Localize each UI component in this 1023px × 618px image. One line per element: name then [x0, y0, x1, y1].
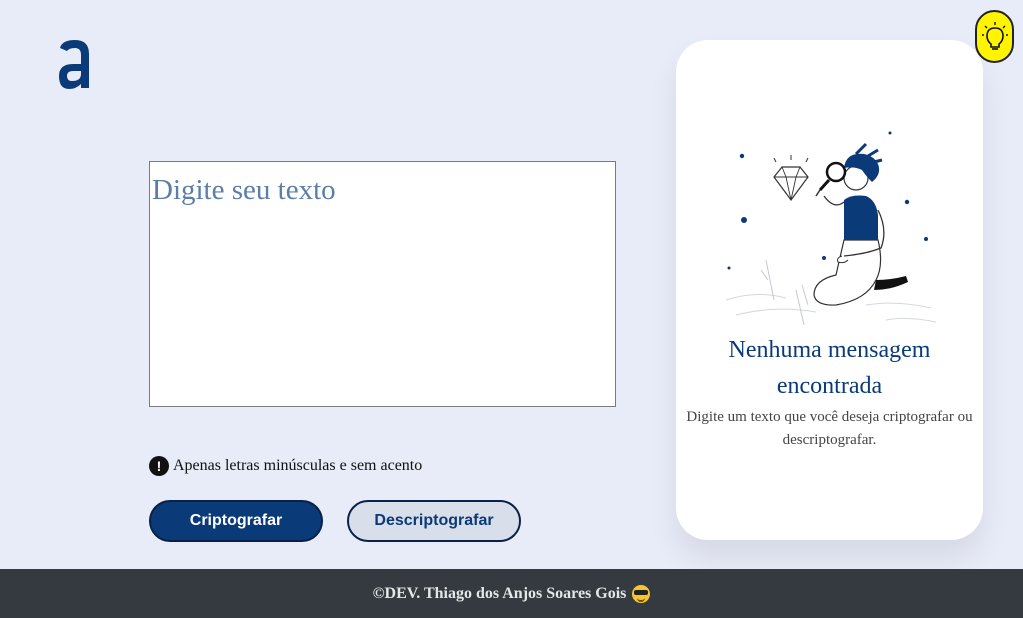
- input-hint: ! Apenas letras minúsculas e sem acento: [149, 456, 422, 476]
- theme-toggle-button[interactable]: [975, 10, 1014, 63]
- message-input[interactable]: [149, 161, 616, 407]
- output-card: Nenhuma mensagem encontrada Digite um te…: [676, 40, 983, 540]
- lightbulb-icon: [981, 21, 1008, 50]
- logo: [56, 38, 94, 90]
- person-with-magnifying-glass-diamond-illustration: [725, 131, 937, 326]
- footer-credit: ©DEV. Thiago dos Anjos Soares Gois: [372, 584, 627, 602]
- decrypt-button[interactable]: Descriptografar: [347, 500, 521, 542]
- input-hint-text: Apenas letras minúsculas e sem acento: [173, 457, 423, 474]
- empty-state-title: Nenhuma mensagem encontrada: [728, 337, 931, 399]
- encrypt-button[interactable]: Criptografar: [149, 500, 323, 542]
- sunglasses-emoji-icon: [632, 584, 651, 603]
- alura-a-logo-icon: [59, 40, 89, 89]
- footer: ©DEV. Thiago dos Anjos Soares Gois: [0, 569, 1023, 618]
- exclamation-circle-icon: !: [149, 456, 169, 476]
- empty-state-subtitle: Digite um texto que você deseja criptogr…: [686, 409, 973, 448]
